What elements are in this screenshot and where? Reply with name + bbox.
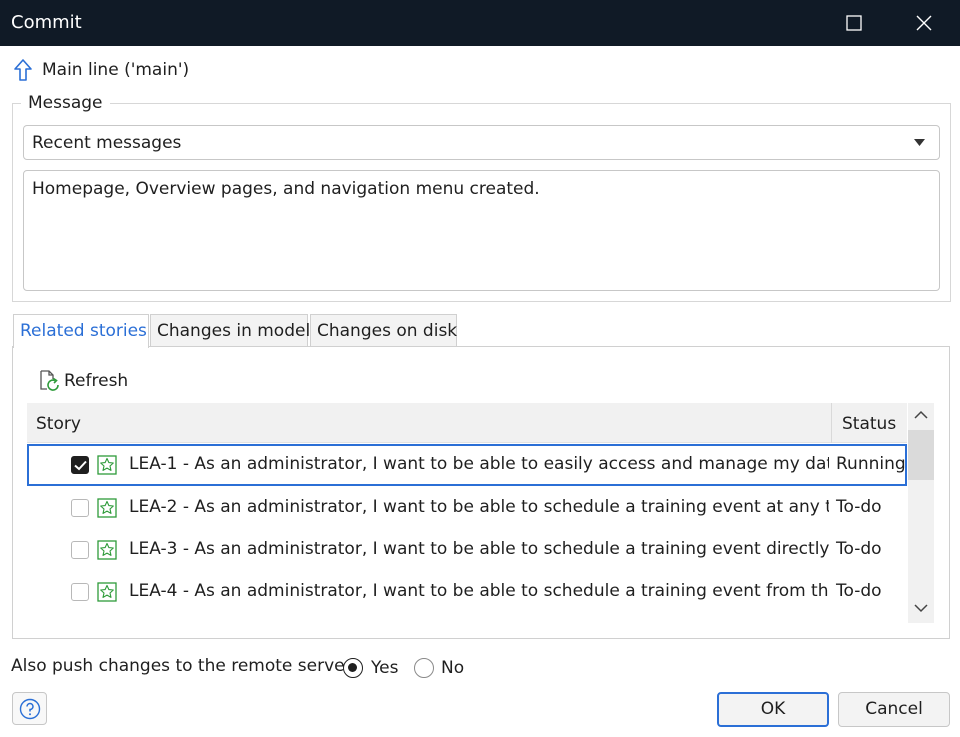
status-text: To-do [836, 497, 882, 517]
table-row[interactable]: LEA-2 - As an administrator, I want to b… [27, 487, 907, 529]
status-text: Running [836, 454, 906, 474]
story-icon [97, 498, 117, 518]
refresh-icon [40, 370, 59, 391]
arrow-up-icon [14, 59, 32, 81]
tab-changes-in-model[interactable]: Changes in model [150, 314, 310, 347]
help-icon [19, 698, 41, 720]
push-label: Also push changes to the remote server [11, 656, 352, 676]
column-header-status[interactable]: Status [842, 414, 896, 434]
column-divider[interactable] [831, 403, 832, 443]
checkmark-icon [74, 460, 87, 471]
row-checkbox[interactable] [71, 499, 89, 517]
branch-indicator: Main line ('main') [13, 56, 189, 84]
title-bar: Commit [0, 0, 960, 46]
push-no-radio[interactable] [414, 658, 434, 678]
row-checkbox[interactable] [71, 456, 89, 474]
refresh-label: Refresh [64, 371, 129, 391]
row-checkbox[interactable] [71, 583, 89, 601]
stories-grid-header: Story Status [27, 403, 907, 443]
recent-messages-dropdown[interactable]: Recent messages [23, 125, 940, 160]
close-button[interactable] [894, 0, 954, 46]
status-text: To-do [836, 581, 882, 601]
table-row[interactable]: LEA-3 - As an administrator, I want to b… [27, 529, 907, 571]
scroll-down-icon[interactable] [914, 603, 928, 613]
column-header-story[interactable]: Story [36, 414, 81, 434]
table-row[interactable]: LEA-1 - As an administrator, I want to b… [27, 444, 907, 486]
scrollbar-thumb[interactable] [908, 430, 934, 480]
story-icon [97, 582, 117, 602]
maximize-icon [846, 15, 862, 31]
status-text: To-do [836, 539, 882, 559]
message-legend: Message [21, 93, 110, 113]
story-text: LEA-3 - As an administrator, I want to b… [129, 539, 829, 559]
tab-related-stories[interactable]: Related stories [13, 314, 149, 348]
ok-button[interactable]: OK [717, 692, 829, 727]
story-icon [97, 455, 117, 475]
chevron-down-icon [914, 139, 925, 146]
story-text: LEA-4 - As an administrator, I want to b… [129, 581, 829, 601]
cancel-button[interactable]: Cancel [838, 692, 950, 727]
branch-label: Main line ('main') [42, 60, 190, 80]
maximize-button[interactable] [824, 0, 884, 46]
close-icon [916, 15, 932, 31]
help-button[interactable] [12, 692, 47, 725]
story-text: LEA-1 - As an administrator, I want to b… [129, 454, 829, 474]
table-row[interactable]: LEA-4 - As an administrator, I want to b… [27, 571, 907, 613]
story-text: LEA-2 - As an administrator, I want to b… [129, 497, 829, 517]
vertical-scrollbar[interactable] [908, 403, 934, 623]
scroll-up-icon[interactable] [914, 410, 928, 420]
tab-changes-on-disk[interactable]: Changes on disk [310, 314, 457, 347]
row-checkbox[interactable] [71, 541, 89, 559]
commit-message-input[interactable]: Homepage, Overview pages, and navigation… [23, 170, 940, 291]
refresh-button[interactable]: Refresh [38, 369, 128, 393]
push-yes-label[interactable]: Yes [371, 658, 398, 678]
window-title: Commit [11, 12, 82, 33]
recent-messages-value: Recent messages [32, 133, 182, 153]
push-no-label[interactable]: No [441, 658, 464, 678]
push-yes-radio[interactable] [343, 658, 363, 678]
story-icon [97, 540, 117, 560]
